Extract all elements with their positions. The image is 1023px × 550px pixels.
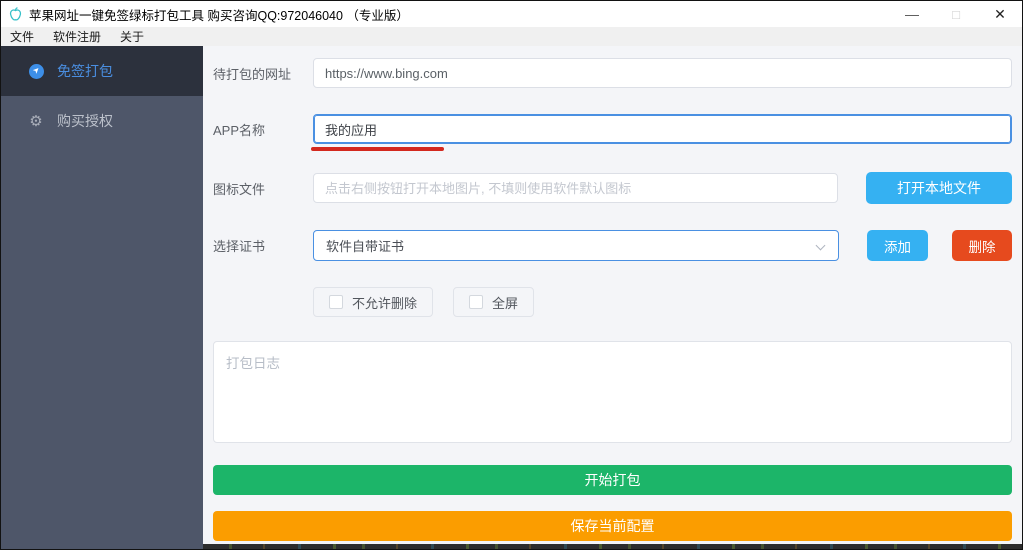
certificate-label: 选择证书	[213, 236, 313, 255]
app-window: 苹果网址一键免签绿标打包工具 购买咨询QQ:972046040 （专业版） — …	[0, 0, 1023, 550]
gear-icon: ⚙	[28, 113, 44, 129]
apple-logo-icon	[7, 6, 24, 23]
option-label: 不允许删除	[352, 293, 417, 312]
maximize-button[interactable]: □	[934, 1, 978, 27]
certificate-row: 选择证书 软件自带证书 添加 删除	[213, 230, 1012, 261]
sidebar-item-license[interactable]: ⚙ 购买授权	[1, 96, 203, 146]
option-no-delete[interactable]: 不允许删除	[313, 287, 433, 317]
checkbox-icon[interactable]	[469, 295, 483, 309]
minimize-button[interactable]: —	[890, 1, 934, 27]
menu-about[interactable]: 关于	[120, 28, 144, 45]
cutoff-marquee-strip	[203, 544, 1022, 549]
url-input[interactable]	[313, 58, 1012, 88]
delete-certificate-button[interactable]: 删除	[952, 230, 1012, 261]
options-row: 不允许删除 全屏	[213, 287, 1012, 317]
chevron-down-icon	[816, 241, 826, 251]
option-label: 全屏	[492, 293, 518, 312]
icon-file-label: 图标文件	[213, 179, 313, 198]
start-pack-button[interactable]: 开始打包	[213, 465, 1012, 495]
checkbox-icon[interactable]	[329, 295, 343, 309]
option-fullscreen[interactable]: 全屏	[453, 287, 534, 317]
window-title: 苹果网址一键免签绿标打包工具 购买咨询QQ:972046040 （专业版）	[29, 5, 409, 24]
certificate-selected-value: 软件自带证书	[326, 236, 404, 255]
menu-file[interactable]: 文件	[10, 28, 34, 45]
window-controls: — □ ✕	[890, 1, 1022, 27]
app-name-input-wrap	[313, 114, 1012, 144]
sidebar-item-label: 免签打包	[57, 61, 113, 81]
app-name-input[interactable]	[313, 114, 1012, 144]
add-certificate-button[interactable]: 添加	[867, 230, 928, 261]
sidebar: ➤ 免签打包 ⚙ 购买授权	[1, 46, 203, 549]
menubar: 文件 软件注册 关于	[1, 27, 1022, 46]
certificate-select[interactable]: 软件自带证书	[313, 230, 839, 261]
icon-file-row: 图标文件 打开本地文件	[213, 172, 1012, 204]
app-body: ➤ 免签打包 ⚙ 购买授权 待打包的网址 APP名称	[1, 46, 1022, 549]
app-name-label: APP名称	[213, 120, 313, 139]
titlebar: 苹果网址一键免签绿标打包工具 购买咨询QQ:972046040 （专业版） — …	[1, 1, 1022, 27]
save-config-button[interactable]: 保存当前配置	[213, 511, 1012, 541]
main-panel: 待打包的网址 APP名称 图标文件 打开本地文件 选择证书	[203, 46, 1022, 549]
close-button[interactable]: ✕	[978, 1, 1022, 27]
pack-log-textarea[interactable]	[213, 341, 1012, 443]
sidebar-item-pack[interactable]: ➤ 免签打包	[1, 46, 203, 96]
app-name-row: APP名称	[213, 114, 1012, 144]
red-annotation-underline	[311, 147, 444, 151]
send-icon: ➤	[28, 63, 44, 79]
menu-register[interactable]: 软件注册	[53, 28, 101, 45]
icon-file-input[interactable]	[313, 173, 838, 203]
url-row: 待打包的网址	[213, 58, 1012, 88]
open-local-file-button[interactable]: 打开本地文件	[866, 172, 1012, 204]
sidebar-item-label: 购买授权	[57, 111, 113, 131]
url-label: 待打包的网址	[213, 64, 313, 83]
